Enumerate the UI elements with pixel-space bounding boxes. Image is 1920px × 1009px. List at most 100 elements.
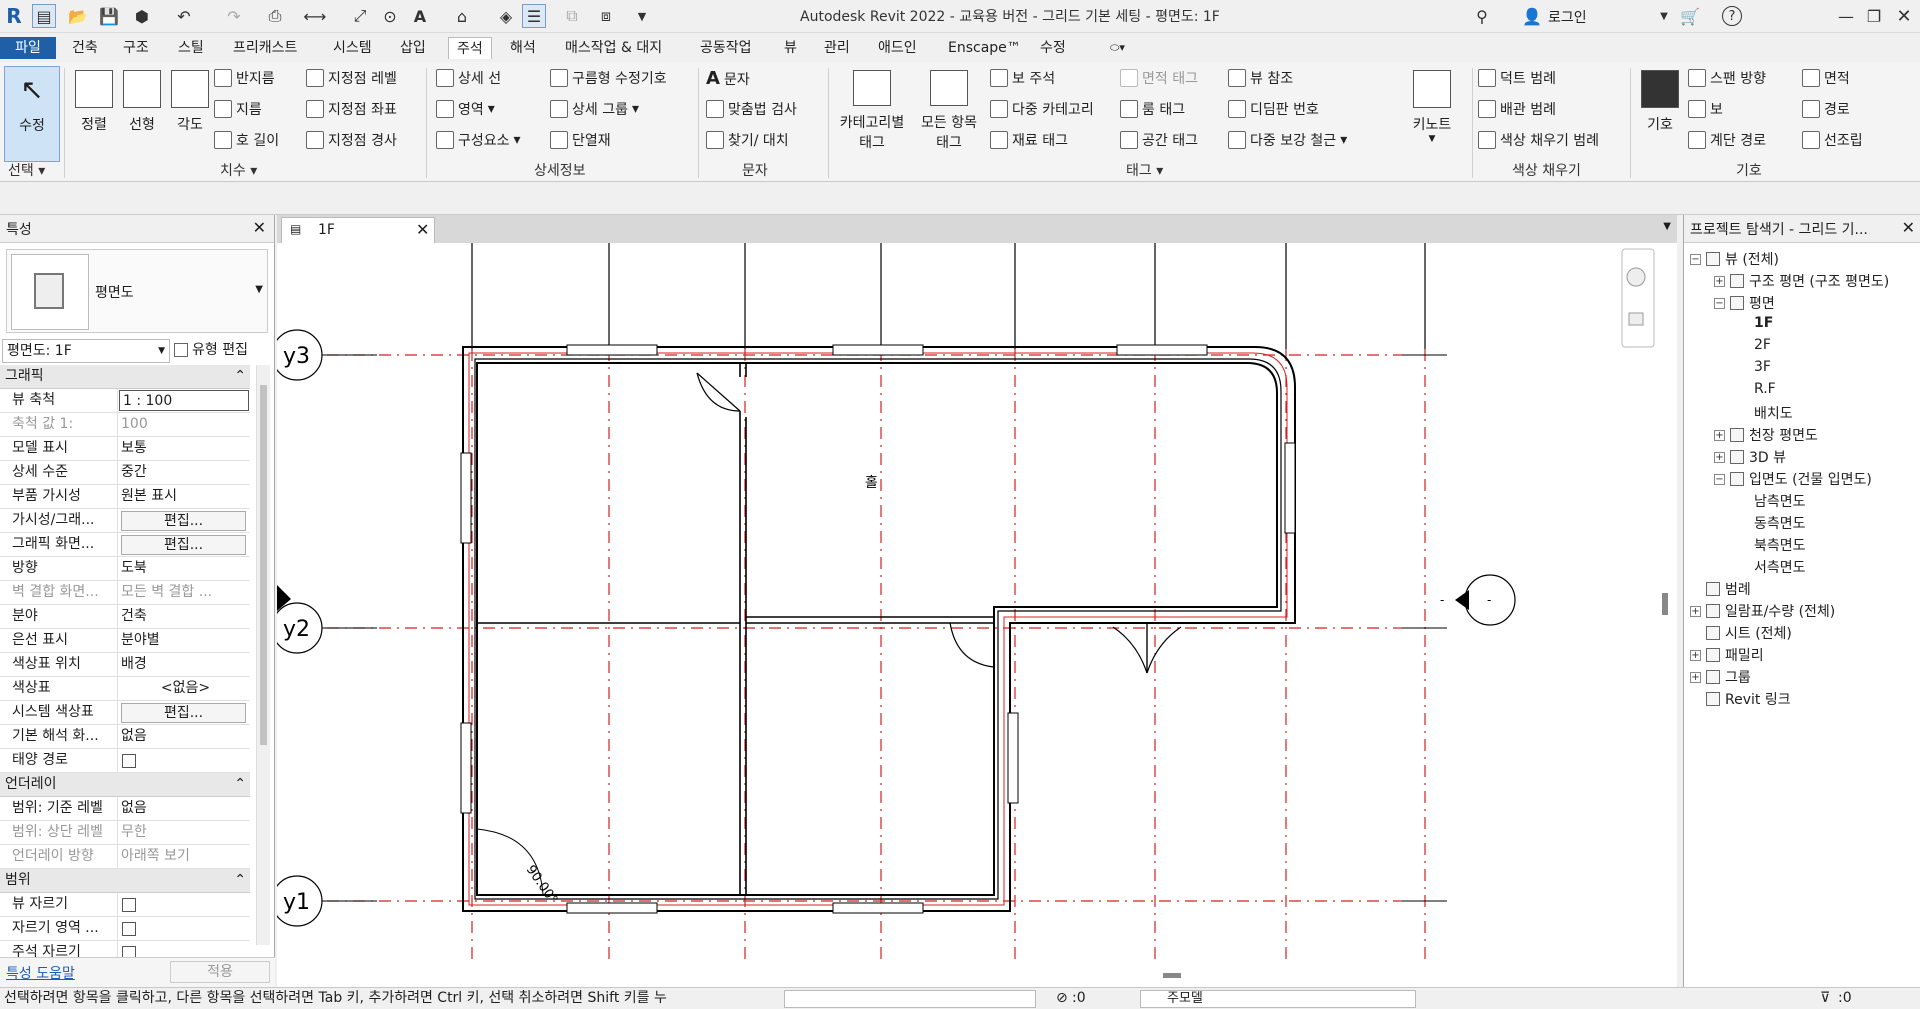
graphics-row[interactable]: 상세 수준 중간 <box>0 461 250 485</box>
tab-architecture[interactable]: 건축 <box>64 37 106 59</box>
view-tabs-menu-icon[interactable]: ▼ <box>1663 221 1671 232</box>
close-browser-icon[interactable]: ✕ <box>1902 218 1915 237</box>
browser-item[interactable]: 북측면도 <box>1738 535 1806 555</box>
canvas-vertical-scrollbar[interactable] <box>1662 593 1668 615</box>
minimize-icon[interactable]: — <box>1834 4 1858 28</box>
customize-chevron-icon[interactable]: ▼ <box>630 4 654 28</box>
tag-panel-label[interactable]: 태그 ▾ <box>1126 160 1163 180</box>
edit-button[interactable]: 편집... <box>121 703 246 723</box>
design-option-dropdown[interactable]: 주모델 <box>1140 990 1416 1008</box>
property-value[interactable]: <없음> <box>118 677 250 700</box>
spot-coordinate-button[interactable]: 지정점 좌표 <box>306 99 397 119</box>
graphics-row[interactable]: 그래픽 화면... 편집... <box>0 533 250 557</box>
detail-line-button[interactable]: 상세 선 <box>436 68 501 88</box>
region-button[interactable]: 영역 ▾ <box>436 99 495 119</box>
fabric-button[interactable]: 선조립 <box>1802 130 1863 150</box>
graphics-row[interactable]: 태양 경로 <box>0 749 250 773</box>
detail-group-button[interactable]: 상세 그룹 ▾ <box>550 99 639 119</box>
graphics-row[interactable]: 뷰 축척 1 : 100 <box>0 389 250 413</box>
area-tag-button[interactable]: 면적 태그 <box>1120 68 1198 88</box>
multi-category-button[interactable]: 다중 카테고리 <box>990 99 1094 119</box>
browser-item[interactable]: − 입면도 (건물 입면도) <box>1714 469 1872 489</box>
tab-addins[interactable]: 애드인 <box>870 37 925 59</box>
grid-label-y3[interactable]: y3 <box>283 344 310 369</box>
login-label[interactable]: 로그인 <box>1548 7 1587 27</box>
tab-massing-site[interactable]: 매스작업 & 대지 <box>557 37 670 59</box>
close-properties-icon[interactable]: ✕ <box>253 218 266 237</box>
checkbox[interactable] <box>122 922 136 936</box>
pipe-legend-button[interactable]: 배관 범례 <box>1478 99 1556 119</box>
tread-number-button[interactable]: 디딤판 번호 <box>1228 99 1319 119</box>
room-label[interactable]: 홀 <box>865 475 878 491</box>
graphics-row[interactable]: 벽 결합 화면... 모든 벽 결합 ... <box>0 581 250 605</box>
tab-collaborate[interactable]: 공동작업 <box>692 37 760 59</box>
tab-structure[interactable]: 구조 <box>115 37 157 59</box>
stair-path-button[interactable]: 계단 경로 <box>1688 130 1766 150</box>
dimension-icon[interactable]: ⤢ <box>348 4 372 28</box>
expand-icon[interactable]: + <box>1714 429 1725 441</box>
arc-length-button[interactable]: 호 길이 <box>214 130 279 150</box>
property-value[interactable]: 100 <box>118 413 250 436</box>
browser-item[interactable]: 시트 (전체) <box>1690 623 1792 643</box>
user-icon[interactable]: 👤 <box>1520 4 1544 28</box>
print-icon[interactable]: ⎙ <box>263 4 287 28</box>
workset-dropdown[interactable] <box>784 990 1036 1008</box>
checkbox[interactable] <box>122 754 136 768</box>
tag-all-button[interactable]: 모든 항목 태그 <box>914 66 984 152</box>
graphics-row[interactable]: 색상표 <없음> <box>0 677 250 701</box>
view-reference-button[interactable]: 뷰 참조 <box>1228 68 1293 88</box>
underlay-row[interactable]: 언더레이 방향 아래쪽 보기 <box>0 845 250 869</box>
property-value[interactable]: 배경 <box>118 653 250 676</box>
browser-item[interactable]: 범례 <box>1690 579 1751 599</box>
graphics-row[interactable]: 은선 표시 분야별 <box>0 629 250 653</box>
thin-lines-icon[interactable]: ☰ <box>522 4 546 28</box>
graphics-row[interactable]: 방향 도북 <box>0 557 250 581</box>
property-value[interactable]: 도북 <box>118 557 250 580</box>
browser-item[interactable]: + 천장 평면도 <box>1714 425 1818 445</box>
browser-item[interactable]: 1F <box>1738 315 1773 331</box>
property-value[interactable]: 없음 <box>118 725 250 748</box>
grid-label-y2[interactable]: y2 <box>283 617 310 642</box>
close-view-tab-icon[interactable]: ✕ <box>416 220 429 239</box>
multi-rebar-button[interactable]: 다중 보강 철근 ▾ <box>1228 130 1347 150</box>
property-value[interactable]: 원본 표시 <box>118 485 250 508</box>
elevation-marker[interactable]: - - <box>1440 574 1516 626</box>
property-value[interactable]: 모든 벽 결합 ... <box>118 581 250 604</box>
revision-cloud-button[interactable]: 구름형 수정기호 <box>550 68 667 88</box>
cart-icon[interactable]: 🛒 <box>1678 4 1702 28</box>
room-tag-button[interactable]: 룸 태그 <box>1120 99 1185 119</box>
apply-button[interactable]: 적용 <box>170 961 270 983</box>
text-icon[interactable]: A <box>408 4 432 28</box>
revit-logo-icon[interactable]: R <box>2 4 26 28</box>
type-dropdown-chevron-icon[interactable]: ▼ <box>255 284 263 295</box>
property-value[interactable] <box>118 749 250 772</box>
graphics-row[interactable]: 시스템 색상표 편집... <box>0 701 250 725</box>
browser-item[interactable]: 서측면도 <box>1738 557 1806 577</box>
undo-icon[interactable]: ↶ <box>172 4 196 28</box>
browser-item[interactable]: R.F <box>1738 381 1776 397</box>
property-value[interactable] <box>118 917 250 940</box>
expand-icon[interactable]: + <box>1690 605 1701 617</box>
diameter-dimension-button[interactable]: 지름 <box>214 99 262 119</box>
browser-item[interactable]: − 평면 <box>1714 293 1775 313</box>
property-value[interactable]: 편집... <box>118 533 250 556</box>
tab-view[interactable]: 뷰 <box>776 37 805 59</box>
underlay-row[interactable]: 범위: 기준 레벨 없음 <box>0 797 250 821</box>
tag-icon[interactable]: ⊙ <box>378 4 402 28</box>
spelling-button[interactable]: 맞춤법 검사 <box>706 99 797 119</box>
underlay-section[interactable]: 언더레이 ⌃ <box>0 773 250 797</box>
underlay-row[interactable]: 범위: 상단 레벨 무한 <box>0 821 250 845</box>
expand-icon[interactable]: + <box>1690 671 1701 683</box>
login-chevron-icon[interactable]: ▼ <box>1652 4 1676 28</box>
keynote-button[interactable]: 키노트 ▼ <box>1396 66 1468 152</box>
type-selector[interactable]: 평면도 ▼ <box>6 249 268 333</box>
browser-item[interactable]: 2F <box>1738 337 1771 353</box>
grid-label-y1[interactable]: y1 <box>283 890 310 915</box>
extents-row[interactable]: 뷰 자르기 <box>0 893 250 917</box>
space-tag-button[interactable]: 공간 태그 <box>1120 130 1198 150</box>
extents-row[interactable]: 자르기 영역 ... <box>0 917 250 941</box>
insulation-button[interactable]: 단열재 <box>550 130 611 150</box>
browser-item[interactable]: + 구조 평면 (구조 평면도) <box>1714 271 1889 291</box>
property-value[interactable]: 보통 <box>118 437 250 460</box>
collapse-icon[interactable]: − <box>1714 297 1725 309</box>
